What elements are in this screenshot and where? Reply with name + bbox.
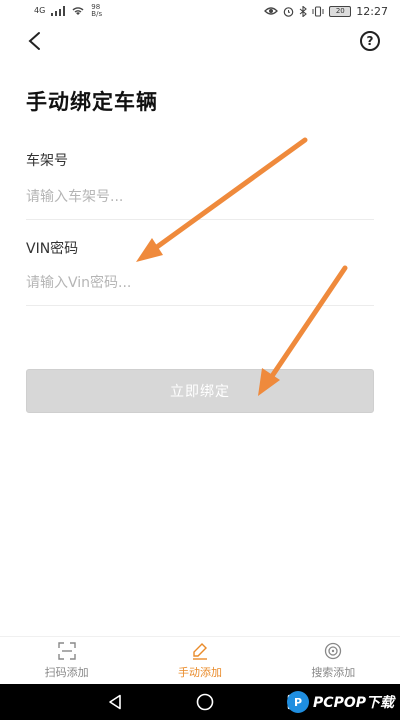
back-button[interactable]: [22, 28, 46, 54]
alarm-icon: [283, 6, 294, 17]
tab-manual-add-label: 手动添加: [177, 665, 222, 679]
vin-password-input[interactable]: [26, 266, 374, 300]
bluetooth-icon: [299, 5, 308, 17]
clock: 12:27: [356, 4, 388, 18]
wifi-icon: [72, 7, 84, 15]
tab-search-add[interactable]: 搜索添加: [267, 637, 400, 684]
watermark: P PCPOP下载: [287, 684, 394, 720]
vin-password-divider: [26, 305, 374, 306]
signal-bars-icon: [51, 6, 66, 16]
edit-icon: [192, 642, 207, 660]
question-mark-icon: ?: [366, 34, 374, 48]
status-bar: 4G 98 B/s 20 12:27: [0, 0, 400, 22]
tab-manual-add[interactable]: 手动添加: [133, 637, 266, 684]
frame-number-label: 车架号: [26, 153, 68, 169]
eye-icon: [264, 7, 279, 15]
status-right: 20 12:27: [264, 5, 388, 18]
tab-scan-add[interactable]: 扫码添加: [0, 637, 133, 684]
frame-number-divider: [26, 219, 374, 220]
bottom-tab-bar: 扫码添加 手动添加 搜索添加: [0, 636, 400, 684]
scan-icon: [57, 641, 76, 660]
nav-back-button[interactable]: [105, 692, 125, 712]
status-left: 4G 98 B/s: [34, 4, 102, 18]
radar-icon: [325, 642, 342, 659]
chevron-left-icon: [28, 32, 40, 50]
watermark-text: PCPOP下载: [313, 695, 394, 711]
bind-now-button[interactable]: 立即绑定: [26, 369, 374, 413]
watermark-logo-icon: P: [287, 691, 310, 713]
frame-number-input[interactable]: [26, 180, 374, 214]
circle-home-icon: [196, 693, 214, 711]
battery-icon: 20: [329, 5, 352, 17]
triangle-back-icon: [109, 694, 121, 710]
network-type: 4G: [34, 6, 46, 15]
tab-search-add-label: 搜索添加: [311, 665, 356, 679]
network-speed-unit: B/s: [91, 10, 103, 18]
network-speed: 98 B/s: [91, 4, 102, 18]
page-title: 手动绑定车辆: [26, 90, 158, 114]
nav-home-button[interactable]: [195, 692, 215, 712]
tab-scan-add-label: 扫码添加: [44, 665, 89, 679]
vibrate-icon: [312, 5, 324, 17]
vin-password-label: VIN密码: [26, 241, 79, 257]
help-button[interactable]: ?: [360, 31, 380, 51]
